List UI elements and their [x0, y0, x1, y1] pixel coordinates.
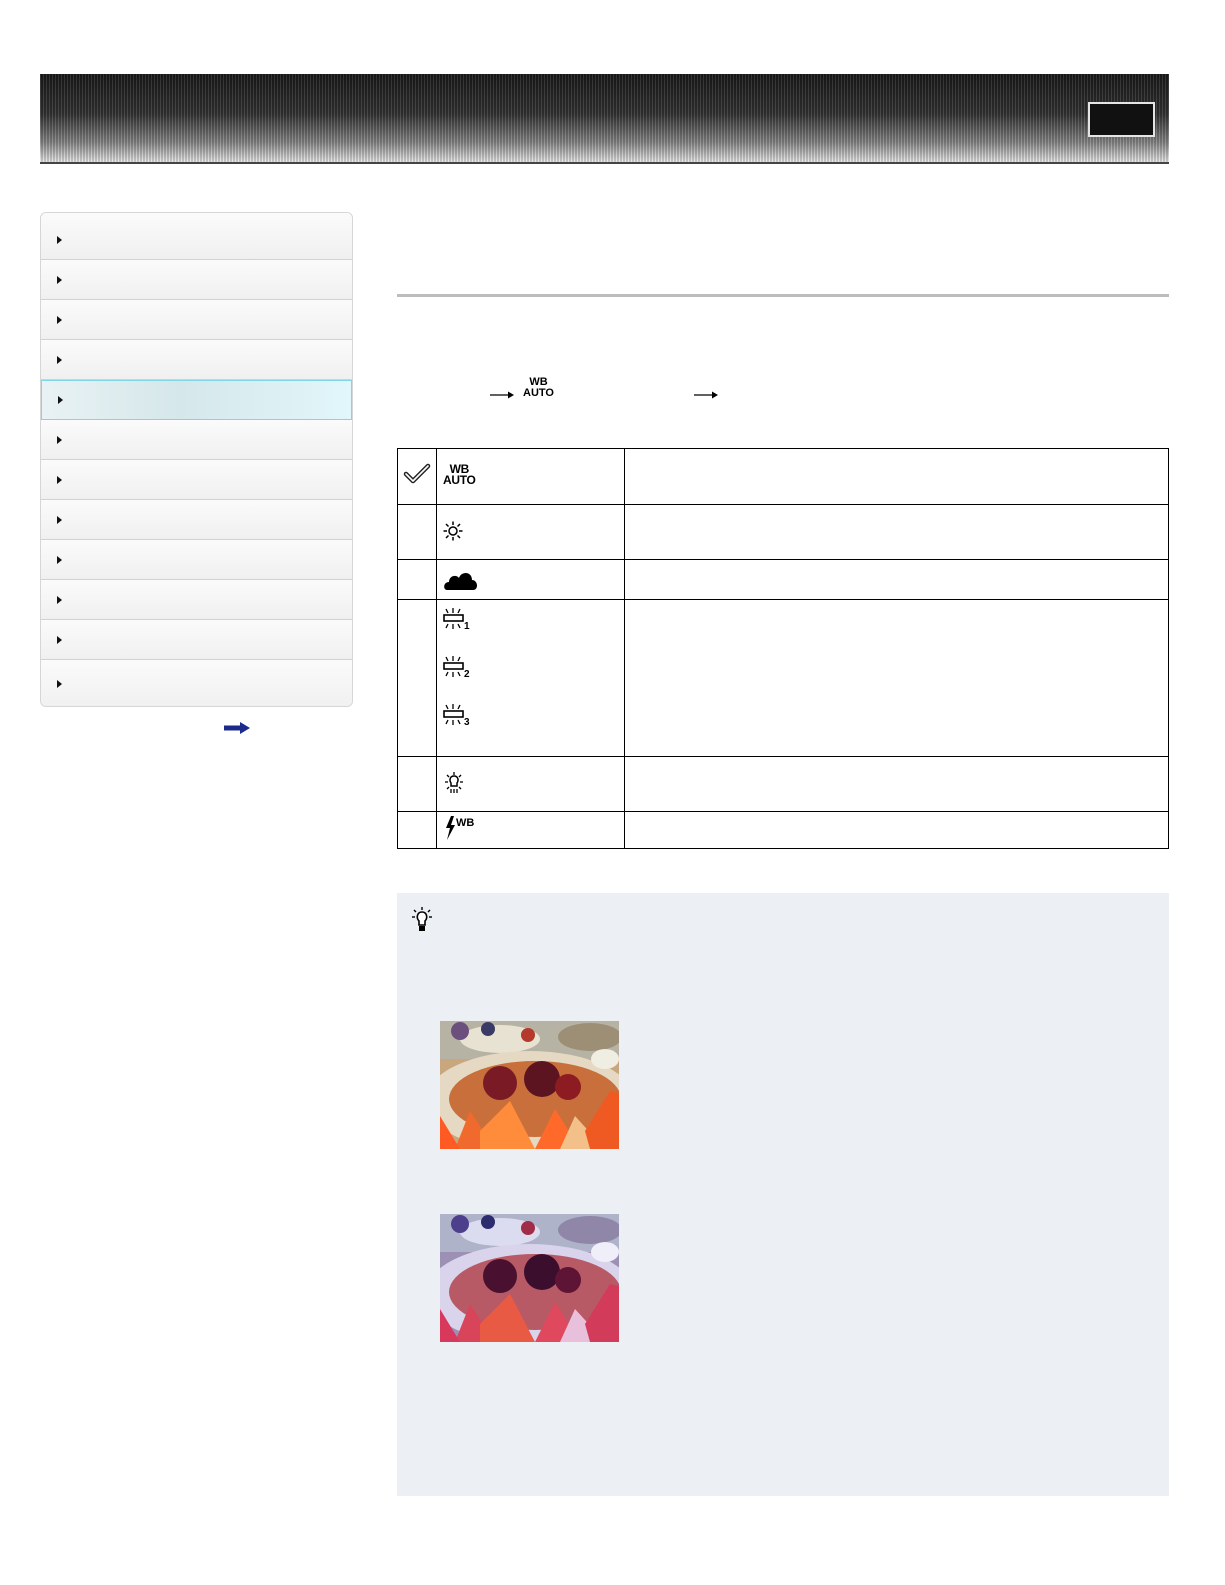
selected-marker-cell [397, 504, 437, 560]
chevron-right-icon [57, 315, 62, 324]
chevron-right-icon [57, 475, 62, 484]
sidebar-item[interactable] [41, 620, 352, 660]
chevron-right-icon [57, 355, 62, 364]
sidebar-item[interactable] [41, 460, 352, 500]
wb-auto-icon: WB AUTO [523, 377, 554, 399]
selected-marker-cell [397, 811, 437, 849]
option-description [624, 599, 1169, 757]
chevron-right-icon [57, 595, 62, 604]
wb-auto-icon: WB AUTO [443, 463, 476, 487]
sidebar-item[interactable] [41, 300, 352, 340]
wb-icon-text-bottom: AUTO [443, 473, 476, 487]
arrow-icon [694, 391, 718, 399]
procedure-path: WB AUTO [397, 374, 997, 408]
wb-icon-text-bottom: AUTO [523, 387, 554, 399]
option-description [624, 448, 1169, 505]
food-photo-warm [440, 1021, 619, 1149]
chevron-right-icon [57, 515, 62, 524]
selected-marker-cell [397, 559, 437, 600]
fluorescent-2-icon: 2 [443, 656, 470, 678]
option-icon-cell [436, 504, 625, 560]
fluorescent-number: 1 [464, 621, 470, 630]
sidebar-item[interactable] [41, 340, 352, 380]
table-row: WB [397, 811, 1169, 849]
option-icon-cell: WB [436, 811, 625, 849]
daylight-icon [443, 521, 463, 541]
lightbulb-hint-icon [412, 907, 432, 931]
page-title [397, 215, 1169, 295]
option-description [624, 756, 1169, 812]
header-button[interactable] [1088, 102, 1155, 137]
sidebar-item[interactable] [41, 580, 352, 620]
sidebar-item[interactable] [41, 500, 352, 540]
option-description [624, 559, 1169, 600]
table-row: WB AUTO [397, 448, 1169, 505]
option-description [624, 504, 1169, 560]
sidebar-item[interactable] [41, 213, 352, 260]
chevron-right-icon [58, 396, 63, 404]
option-icon-cell: 1 2 3 [436, 599, 625, 757]
arrow-right-icon[interactable] [224, 722, 250, 734]
white-balance-options-table: WB AUTO 1 2 3 WB [397, 448, 1169, 849]
fluorescent-1-icon: 1 [443, 608, 470, 630]
flash-wb-icon: WB [446, 816, 474, 840]
sidebar-item[interactable] [41, 260, 352, 300]
incandescent-bulb-icon [445, 772, 463, 793]
hint-box [397, 893, 1169, 1496]
option-icon-cell: WB AUTO [436, 448, 625, 505]
chevron-right-icon [57, 680, 62, 688]
chevron-right-icon [57, 236, 62, 244]
fluorescent-3-icon: 3 [443, 704, 470, 726]
chevron-right-icon [57, 635, 62, 644]
sidebar-item[interactable] [41, 420, 352, 460]
table-row: 1 2 3 [397, 599, 1169, 757]
header-banner [40, 74, 1169, 164]
fluorescent-number: 2 [464, 669, 470, 678]
chevron-right-icon [57, 435, 62, 444]
food-photo-cool [440, 1214, 619, 1342]
table-row [397, 559, 1169, 600]
chevron-right-icon [57, 275, 62, 284]
sidebar-item[interactable] [41, 540, 352, 580]
selected-marker-cell [397, 756, 437, 812]
fluorescent-number: 3 [464, 717, 470, 726]
title-divider [397, 294, 1169, 297]
option-icon-cell [436, 756, 625, 812]
option-description [624, 811, 1169, 849]
checkmark-icon [403, 463, 431, 484]
selected-marker-cell [397, 448, 437, 505]
arrow-icon [490, 391, 514, 399]
sidebar-nav [40, 212, 353, 707]
selected-marker-cell [397, 599, 437, 757]
option-icon-cell [436, 559, 625, 600]
chevron-right-icon [57, 555, 62, 564]
flash-wb-text: WB [456, 817, 474, 829]
sidebar-item-active[interactable] [41, 380, 352, 420]
cloudy-icon [444, 572, 478, 590]
table-row [397, 756, 1169, 812]
table-row [397, 504, 1169, 560]
sidebar-item[interactable] [41, 660, 352, 706]
